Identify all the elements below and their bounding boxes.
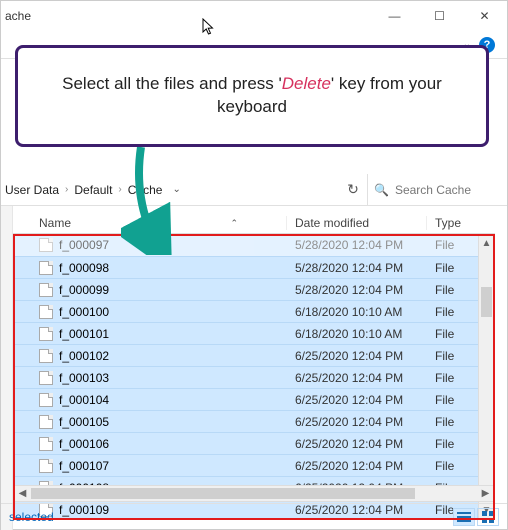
table-row[interactable]: f_0000985/28/2020 12:04 PMFile — [13, 256, 495, 278]
file-list-wrap: f_0000975/28/2020 12:04 PMFilef_0000985/… — [13, 234, 495, 520]
file-date: 5/28/2020 12:04 PM — [287, 238, 427, 252]
file-name: f_000106 — [59, 437, 109, 451]
file-name: f_000102 — [59, 349, 109, 363]
details-view-button[interactable] — [453, 508, 475, 526]
file-name: f_000103 — [59, 371, 109, 385]
scroll-thumb[interactable] — [481, 287, 492, 317]
file-date: 6/25/2020 12:04 PM — [287, 393, 427, 407]
mouse-cursor-icon — [202, 18, 216, 39]
file-date: 6/18/2020 10:10 AM — [287, 305, 427, 319]
file-name: f_000097 — [59, 238, 109, 252]
scroll-track[interactable] — [31, 486, 477, 501]
file-icon — [39, 437, 53, 451]
file-name: f_000105 — [59, 415, 109, 429]
file-icon — [39, 349, 53, 363]
file-icon — [39, 283, 53, 297]
file-icon — [39, 327, 53, 341]
scroll-track[interactable] — [479, 252, 494, 502]
nav-pane-sliver — [1, 206, 13, 530]
explorer-window: ache — ☐ ✕ ⌄ ? Select all the files and … — [0, 0, 508, 530]
file-date: 5/28/2020 12:04 PM — [287, 283, 427, 297]
breadcrumb-item[interactable]: User Data — [1, 179, 63, 201]
horizontal-scrollbar[interactable]: ◀ ▶ — [13, 485, 495, 502]
sort-caret-icon: ⌃ — [230, 218, 238, 229]
file-icon — [39, 371, 53, 385]
file-list[interactable]: f_0000975/28/2020 12:04 PMFilef_0000985/… — [13, 234, 495, 520]
instruction-callout: Select all the files and press 'Delete' … — [15, 45, 489, 147]
file-name: f_000099 — [59, 283, 109, 297]
file-date: 6/25/2020 12:04 PM — [287, 437, 427, 451]
file-icon — [39, 238, 53, 252]
file-date: 6/25/2020 12:04 PM — [287, 415, 427, 429]
maximize-button[interactable]: ☐ — [417, 1, 462, 31]
table-row[interactable]: f_0001026/25/2020 12:04 PMFile — [13, 344, 495, 366]
column-header-date[interactable]: Date modified — [287, 216, 427, 230]
column-header-type[interactable]: Type — [427, 216, 495, 230]
table-row[interactable]: f_0001036/25/2020 12:04 PMFile — [13, 366, 495, 388]
table-row[interactable]: f_0000995/28/2020 12:04 PMFile — [13, 278, 495, 300]
breadcrumb-item[interactable]: Default — [70, 179, 116, 201]
view-mode-buttons — [453, 508, 499, 526]
address-bar: User Data › Default › Cache ⌄ ↻ 🔍 Search… — [1, 174, 507, 206]
file-icon — [39, 415, 53, 429]
file-date: 6/18/2020 10:10 AM — [287, 327, 427, 341]
close-button[interactable]: ✕ — [462, 1, 507, 31]
file-name: f_000100 — [59, 305, 109, 319]
table-row[interactable]: f_0001076/25/2020 12:04 PMFile — [13, 454, 495, 476]
vertical-scrollbar[interactable]: ▲ ▼ — [478, 234, 495, 520]
table-row[interactable]: f_0001016/18/2020 10:10 AMFile — [13, 322, 495, 344]
table-row[interactable]: f_0001056/25/2020 12:04 PMFile — [13, 410, 495, 432]
file-icon — [39, 459, 53, 473]
file-date: 6/25/2020 12:04 PM — [287, 349, 427, 363]
file-icon — [39, 261, 53, 275]
search-placeholder: Search Cache — [395, 183, 471, 197]
search-box[interactable]: 🔍 Search Cache — [367, 174, 499, 205]
scroll-left-icon[interactable]: ◀ — [14, 488, 31, 499]
callout-arrow-icon — [121, 145, 181, 255]
window-title: ache — [1, 9, 31, 23]
thumbnails-view-button[interactable] — [477, 508, 499, 526]
title-bar: ache — ☐ ✕ — [1, 1, 507, 31]
file-icon — [39, 305, 53, 319]
status-bar: selected — [1, 503, 507, 529]
chevron-right-icon: › — [63, 184, 70, 195]
file-name: f_000104 — [59, 393, 109, 407]
minimize-button[interactable]: — — [372, 1, 417, 31]
column-headers: Name ⌃ Date modified Type — [13, 212, 495, 234]
refresh-button[interactable]: ↻ — [339, 181, 367, 198]
file-pane: Name ⌃ Date modified Type f_000097 5/28/2… — [1, 206, 507, 530]
instruction-text: Select all the files and press 'Delete' … — [46, 73, 458, 119]
scroll-right-icon[interactable]: ▶ — [477, 488, 494, 499]
table-row[interactable]: f_0000975/28/2020 12:04 PMFile — [13, 234, 495, 256]
table-row[interactable]: f_0001066/25/2020 12:04 PMFile — [13, 432, 495, 454]
file-icon — [39, 393, 53, 407]
file-name: f_000101 — [59, 327, 109, 341]
scroll-up-icon[interactable]: ▲ — [479, 235, 494, 252]
file-date: 6/25/2020 12:04 PM — [287, 459, 427, 473]
file-date: 6/25/2020 12:04 PM — [287, 371, 427, 385]
table-row[interactable]: f_0001046/25/2020 12:04 PMFile — [13, 388, 495, 410]
search-icon: 🔍 — [374, 183, 389, 197]
table-row[interactable]: f_0001006/18/2020 10:10 AMFile — [13, 300, 495, 322]
scroll-thumb[interactable] — [31, 488, 415, 499]
status-text: selected — [9, 510, 54, 524]
file-date: 5/28/2020 12:04 PM — [287, 261, 427, 275]
file-name: f_000098 — [59, 261, 109, 275]
file-name: f_000107 — [59, 459, 109, 473]
